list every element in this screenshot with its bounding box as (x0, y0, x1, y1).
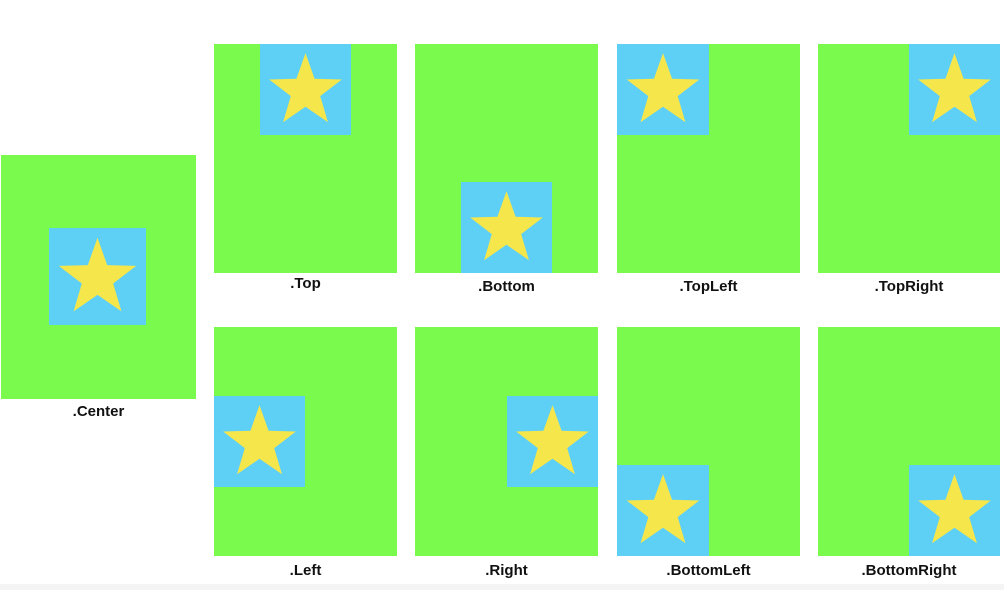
star-icon (626, 474, 700, 544)
label-right: .Right (485, 562, 528, 579)
tile-left (214, 396, 305, 487)
tile-top (260, 44, 351, 135)
tile-topright (909, 44, 1000, 135)
label-bottomright: .BottomRight (861, 562, 957, 579)
label-bottom: .Bottom (478, 278, 535, 295)
tile-bottomright (909, 465, 1000, 556)
label-topleft: .TopLeft (679, 278, 738, 295)
label-center: .Center (72, 403, 125, 420)
label-bottomleft: .BottomLeft (666, 562, 751, 579)
star-icon (516, 405, 589, 475)
tile-topleft (617, 44, 709, 135)
frame-center (1, 155, 196, 399)
frame-topright (818, 44, 1000, 273)
label-top: .Top (290, 275, 321, 292)
tile-right (507, 396, 598, 487)
star-icon (918, 474, 991, 544)
frame-right (415, 327, 598, 556)
frame-left (214, 327, 397, 556)
star-icon (470, 191, 543, 261)
tile-bottomleft (617, 465, 709, 556)
frame-bottomright (818, 327, 1000, 556)
frame-bottomleft (617, 327, 800, 556)
star-icon (58, 237, 137, 312)
label-topright: .TopRight (874, 278, 944, 295)
star-icon (626, 53, 700, 123)
tile-bottom (461, 182, 552, 273)
alignment-diagram: .Center .Top .Bottom .TopLeft .TopRight … (0, 0, 1004, 590)
star-icon (269, 53, 342, 123)
frame-top (214, 44, 397, 273)
star-icon (918, 53, 991, 123)
tile-center (49, 228, 146, 325)
frame-bottom (415, 44, 598, 273)
star-icon (223, 405, 296, 475)
frame-topleft (617, 44, 800, 273)
label-left: .Left (289, 562, 322, 579)
bottom-strip (0, 584, 1004, 590)
